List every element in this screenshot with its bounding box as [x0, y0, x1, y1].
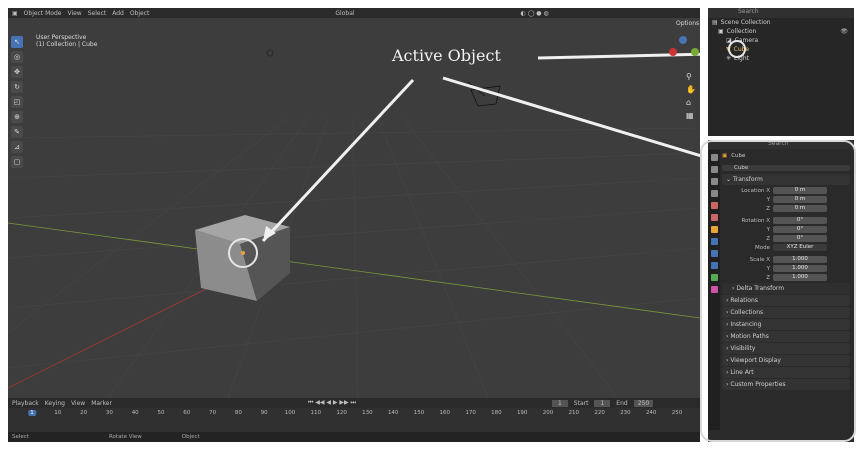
viewport-info: User Perspective (1) Collection | Cube [36, 34, 97, 48]
toolbar: ↖ ◎ ✥ ↻ ◰ ⊕ ✎ ⊿ ▢ [11, 36, 23, 171]
mode-dropdown[interactable]: Object Mode [24, 10, 62, 17]
timeline-tick-label: 20 [80, 410, 88, 416]
timeline-tick-label: 230 [620, 410, 631, 416]
timeline-tick-label: 150 [413, 410, 425, 416]
editor-type-icon[interactable]: ▣ [12, 10, 18, 17]
arrow-to-cube [261, 78, 415, 243]
viewport-grid [8, 36, 700, 398]
timeline-tick-label: 190 [516, 410, 528, 416]
light-object [266, 49, 274, 57]
status-select: Select [12, 434, 29, 440]
playback-controls[interactable]: ⏮ ◀◀ ◀ ▶ ▶▶ ⏭ [308, 399, 356, 407]
light-icon: ✳ [726, 55, 732, 62]
timeline-tick-label: 200 [542, 410, 554, 416]
timeline-tick-label: 90 [260, 410, 268, 416]
timeline-tick-label: 1 [28, 410, 36, 416]
shading-icons[interactable]: ◐ ◯ ● ◍ [521, 10, 549, 17]
timeline-tick-label: 210 [568, 410, 580, 416]
end-label: End [616, 399, 628, 407]
orientation-dropdown[interactable]: Global [335, 10, 354, 17]
3d-viewport[interactable]: User Perspective (1) Collection | Cube ↖… [8, 18, 700, 398]
status-object: Object [181, 434, 200, 440]
menu-add[interactable]: Add [112, 10, 124, 17]
timeline-tick-label: 130 [362, 410, 373, 416]
outliner-item-scene-collection[interactable]: ▤ Scene Collection [708, 18, 854, 27]
cursor-tool-icon[interactable]: ◎ [11, 51, 23, 63]
timeline-menu-playback[interactable]: Playback [12, 400, 39, 407]
move-tool-icon[interactable]: ✥ [11, 66, 23, 78]
timeline: Playback Keying View Marker ⏮ ◀◀ ◀ ▶ ▶▶ … [8, 398, 700, 432]
timeline-tick-label: 110 [310, 410, 322, 416]
menu-view[interactable]: View [67, 10, 81, 17]
measure-tool-icon[interactable]: ⊿ [11, 141, 23, 153]
timeline-menu-marker[interactable]: Marker [91, 400, 112, 407]
timeline-tick-label: 10 [54, 410, 62, 416]
timeline-tick-label: 140 [387, 410, 399, 416]
timeline-menu-view[interactable]: View [71, 400, 85, 407]
outliner-item-collection[interactable]: ▣ Collection 👁 [708, 27, 854, 36]
status-bar: Select Rotate View Object [8, 432, 700, 442]
outliner: Search ▤ Scene Collection ▣ Collection 👁… [708, 8, 854, 136]
x-axis-line [8, 222, 700, 319]
timeline-tick-label: 40 [131, 410, 139, 416]
timeline-tick-label: 100 [284, 410, 296, 416]
pan-hand-icon[interactable]: ✋ [686, 83, 696, 96]
select-tool-icon[interactable]: ↖ [11, 36, 23, 48]
visibility-eye-icon[interactable]: 👁 [840, 28, 854, 35]
timeline-tick-label: 250 [671, 410, 683, 416]
scale-tool-icon[interactable]: ◰ [11, 96, 23, 108]
end-frame-field[interactable]: 250 [633, 399, 654, 407]
collection-path-label: (1) Collection | Cube [36, 41, 98, 48]
timeline-tick-label: 180 [491, 410, 502, 416]
outliner-search[interactable]: Search [708, 8, 854, 18]
status-rotate-view: Rotate View [108, 434, 142, 440]
timeline-tick-label: 120 [336, 410, 347, 416]
arrow-to-properties [442, 76, 700, 158]
outliner-highlight-circle [728, 40, 746, 58]
timeline-tick-label: 30 [105, 410, 113, 416]
properties-highlight-outline [700, 140, 856, 442]
viewport-nav-icons: ⚲ ✋ ⌂ ▦ [686, 70, 696, 122]
timeline-tick-label: 70 [209, 410, 217, 416]
timeline-tick-label: 60 [183, 410, 191, 416]
timeline-tick-label: 240 [645, 410, 657, 416]
menu-select[interactable]: Select [88, 10, 107, 17]
timeline-tick-label: 50 [157, 410, 165, 416]
annotate-tool-icon[interactable]: ✎ [11, 126, 23, 138]
timeline-tick-label: 220 [594, 410, 605, 416]
viewport-header: ▣ Object Mode View Select Add Object Glo… [8, 8, 700, 18]
rotate-tool-icon[interactable]: ↻ [11, 81, 23, 93]
start-label: Start [573, 399, 589, 407]
perspective-label: User Perspective [36, 34, 87, 41]
timeline-header: Playback Keying View Marker ⏮ ◀◀ ◀ ▶ ▶▶ … [8, 398, 700, 408]
ortho-grid-icon[interactable]: ▦ [686, 109, 696, 122]
collection-icon: ▣ [718, 28, 724, 35]
annotation-label: Active Object [392, 46, 501, 65]
zoom-icon[interactable]: ⚲ [686, 70, 696, 83]
scene-collection-icon: ▤ [712, 19, 718, 26]
menu-object[interactable]: Object [130, 10, 150, 17]
add-cube-tool-icon[interactable]: ▢ [11, 156, 23, 168]
timeline-tick-label: 160 [439, 410, 451, 416]
timeline-tick-label: 170 [465, 410, 476, 416]
timeline-tick-label: 80 [234, 410, 242, 416]
current-frame-field[interactable]: 1 [551, 399, 568, 407]
transform-tool-icon[interactable]: ⊕ [11, 111, 23, 123]
timeline-menu-keying[interactable]: Keying [45, 400, 65, 407]
timeline-ruler[interactable]: 1 10 20 30 40 50 60 70 80 90 100 110 120 130 140 150 160… [8, 410, 700, 418]
object-origin-dot [241, 251, 245, 255]
options-button[interactable]: Options [676, 20, 699, 27]
camera-view-icon[interactable]: ⌂ [686, 96, 696, 109]
start-frame-field[interactable]: 1 [594, 399, 611, 407]
